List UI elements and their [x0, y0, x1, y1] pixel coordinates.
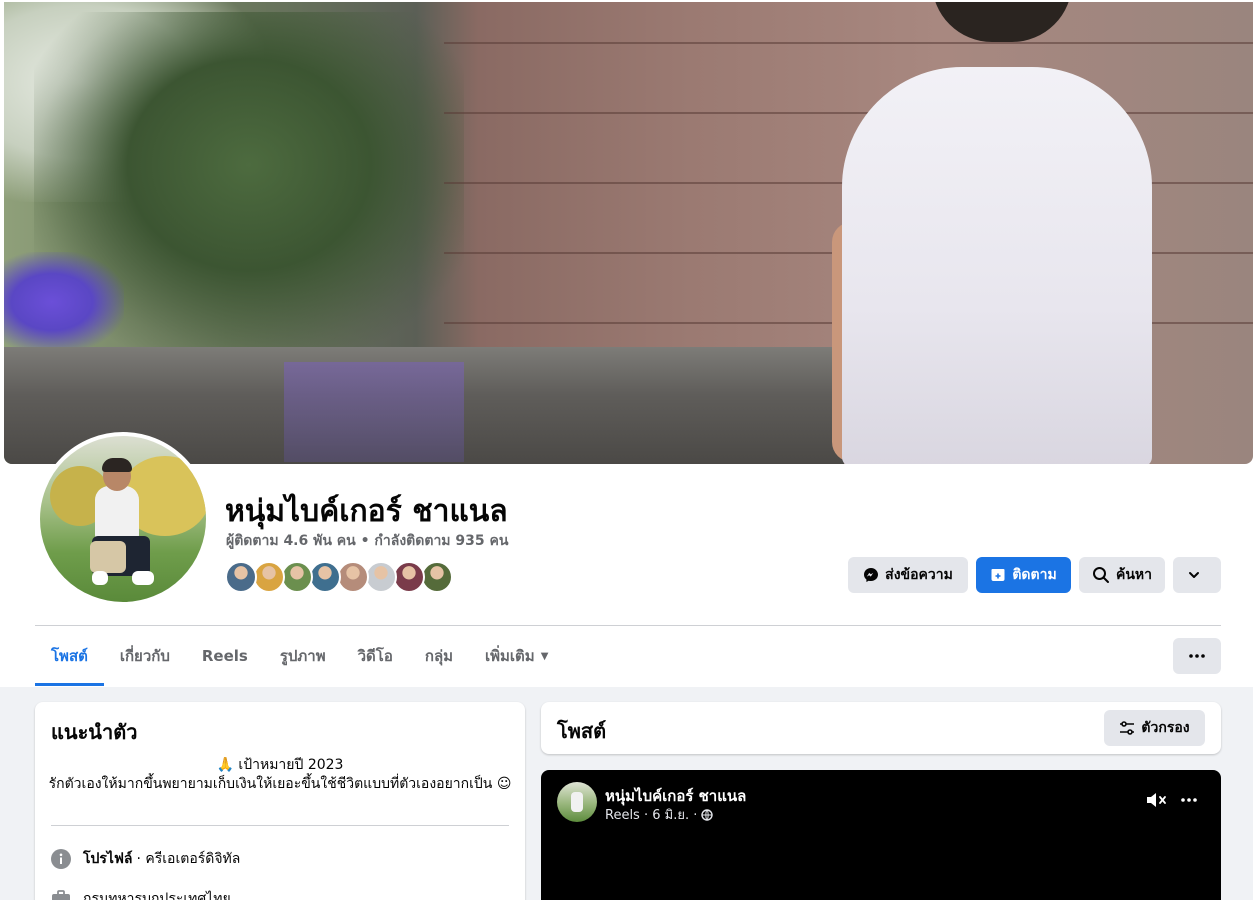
tab-label: วิดีโอ: [357, 647, 393, 665]
mutual-friends-avatars[interactable]: [225, 561, 453, 593]
avatar-person-hair: [102, 458, 132, 472]
cover-wall-line: [444, 112, 1253, 114]
profile-type-label: โปรไฟล์: [83, 851, 133, 867]
profile-avatar[interactable]: [36, 432, 210, 606]
bio-text: รักตัวเองให้มากขึ้นพยายามเก็บเงินให้เยอะ…: [48, 776, 512, 792]
post-meta: Reels · 6 มิ.ย. ·: [605, 804, 714, 825]
work-text[interactable]: กรมทหารบกประเทศไทย: [83, 888, 231, 900]
post-author-avatar[interactable]: [557, 782, 597, 822]
avatar-shoe: [92, 571, 108, 585]
tab-label: เพิ่มเติม: [485, 647, 535, 665]
post-options-button[interactable]: [1177, 788, 1201, 812]
speaker-muted-icon: [1147, 793, 1166, 807]
cover-wall-line: [444, 42, 1253, 44]
posts-title: โพสต์: [557, 719, 607, 743]
page-title: หนุ่มไบค์เกอร์ ชาแนล: [225, 494, 508, 529]
profile-actions: ส่งข้อความ ติดตาม ค้นหา: [848, 557, 1221, 593]
tab-label: โพสต์: [51, 647, 88, 665]
mutual-friend-avatar[interactable]: [421, 561, 453, 593]
info-icon: [51, 849, 71, 869]
cover-waterfall: [284, 362, 464, 462]
post-meta-text[interactable]: Reels · 6 มิ.ย. ·: [605, 804, 697, 825]
briefcase-icon: [51, 889, 71, 900]
intro-work-row: กรมทหารบกประเทศไทย: [51, 888, 231, 900]
mutual-friend-avatar[interactable]: [365, 561, 397, 593]
intro-title: แนะนำตัว: [51, 720, 138, 744]
follow-button-label: ติดตาม: [1012, 567, 1057, 583]
message-button[interactable]: ส่งข้อความ: [848, 557, 968, 593]
tab-label: Reels: [201, 647, 248, 665]
profile-options-dropdown-button[interactable]: [1173, 557, 1221, 593]
mutual-friend-avatar[interactable]: [309, 561, 341, 593]
tab-posts[interactable]: โพสต์: [35, 626, 104, 686]
ellipsis-icon: [1181, 798, 1197, 802]
follow-button[interactable]: ติดตาม: [976, 557, 1071, 593]
filter-button-label: ตัวกรอง: [1141, 720, 1190, 736]
filter-button[interactable]: ตัวกรอง: [1104, 710, 1205, 746]
cover-purple-light: [4, 252, 124, 352]
search-button-label: ค้นหา: [1115, 567, 1153, 583]
messenger-icon: [864, 568, 879, 582]
bio-text: 🙏 เป้าหมายปี 2023: [216, 757, 344, 773]
cover-photo[interactable]: [4, 2, 1253, 464]
tab-label: กลุ่ม: [424, 647, 454, 665]
posts-header-card: โพสต์ ตัวกรอง: [541, 702, 1221, 754]
more-options-button[interactable]: [1173, 638, 1221, 674]
mutual-friend-avatar[interactable]: [393, 561, 425, 593]
reel-post-card[interactable]: หนุ่มไบค์เกอร์ ชาแนล Reels · 6 มิ.ย. ·: [541, 770, 1221, 900]
follower-count[interactable]: ผู้ติดตาม 4.6 พัน คน • กำลังติดตาม 935 ค…: [226, 530, 508, 552]
profile-tabs: โพสต์ เกี่ยวกับ Reels รูปภาพ วิดีโอ กลุ่…: [35, 626, 564, 686]
mutual-friend-avatar[interactable]: [253, 561, 285, 593]
avatar-person: [95, 486, 139, 541]
follow-page-icon: [991, 569, 1005, 581]
tab-label: รูปภาพ: [279, 647, 326, 665]
cover-person: [842, 67, 1152, 464]
mute-button[interactable]: [1145, 790, 1169, 810]
intro-profile-row: โปรไฟล์ · ครีเอเตอร์ดิจิทัล: [51, 848, 240, 870]
tab-videos[interactable]: วิดีโอ: [342, 626, 409, 686]
cover-person-head: [932, 2, 1072, 42]
globe-icon: [701, 808, 714, 821]
search-icon: [1092, 567, 1109, 583]
tab-about[interactable]: เกี่ยวกับ: [104, 626, 186, 686]
profile-type-value: · ครีเอเตอร์ดิจิทัล: [136, 851, 241, 867]
tab-photos[interactable]: รูปภาพ: [264, 626, 342, 686]
tab-label: เกี่ยวกับ: [119, 647, 170, 665]
tab-more[interactable]: เพิ่มเติม ▼: [469, 626, 564, 686]
avatar-bag: [90, 541, 126, 573]
search-button[interactable]: ค้นหา: [1079, 557, 1165, 593]
mutual-friend-avatar[interactable]: [225, 561, 257, 593]
mutual-friend-avatar[interactable]: [337, 561, 369, 593]
avatar-person: [571, 792, 583, 812]
chevron-down-icon: [1189, 572, 1199, 578]
filter-sliders-icon: [1120, 721, 1135, 735]
message-button-label: ส่งข้อความ: [885, 567, 953, 583]
tab-groups[interactable]: กลุ่ม: [409, 626, 469, 686]
tab-reels[interactable]: Reels: [186, 626, 264, 686]
mutual-friend-avatar[interactable]: [281, 561, 313, 593]
intro-divider: [51, 825, 509, 826]
ellipsis-icon: [1189, 654, 1205, 658]
caret-down-icon: ▼: [540, 650, 549, 662]
intro-card: แนะนำตัว 🙏 เป้าหมายปี 2023 รักตัวเองให้ม…: [35, 702, 525, 900]
avatar-shoe: [132, 571, 154, 585]
